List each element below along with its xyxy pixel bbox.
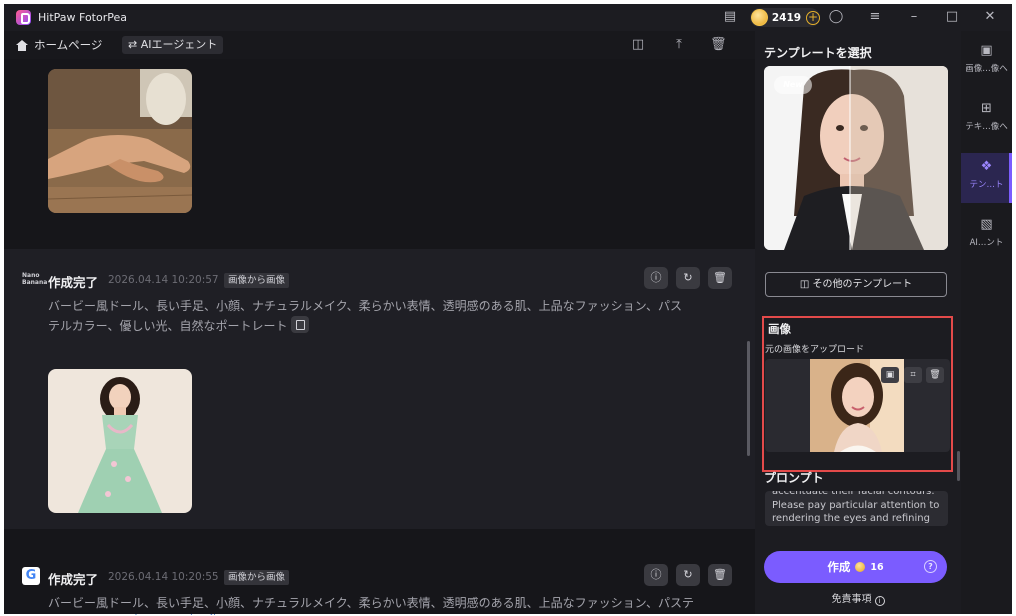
settings-panel: テンプレートを選択 New ◫ その他のテンプレート 画像 元の画像をアップロー… <box>755 31 961 614</box>
regenerate-button[interactable]: ↻ <box>676 564 700 586</box>
prompt-content: バービー風ドール、長い手足、小顔、ナチュラルメイク、柔らかい表情、透明感のある肌… <box>48 299 682 333</box>
settings-scrollbar[interactable] <box>957 451 960 481</box>
book-icon[interactable]: ◫ <box>630 37 646 53</box>
prompt-text: バービー風ドール、長い手足、小顔、ナチュラルメイク、柔らかい表情、透明感のある肌… <box>48 596 694 610</box>
timestamp: 2026.04.14 10:20:57 <box>108 274 219 286</box>
result-image[interactable] <box>48 69 192 213</box>
mode-tag: 画像から画像 <box>224 570 290 585</box>
history-scrollbar[interactable] <box>747 341 750 456</box>
coin-icon <box>751 9 768 26</box>
nav-label: テキ…像へ <box>965 122 1008 132</box>
disclaimer-link[interactable]: 免責事項 i <box>755 590 961 606</box>
template-preview[interactable]: New <box>764 66 948 250</box>
coin-balance[interactable]: 2419 + <box>750 8 820 27</box>
timestamp: 2026.04.14 10:20:55 <box>108 571 219 583</box>
history-item: G 作成完了 2026.04.14 10:20:55 画像から画像 ⓘ ↻ 🗑 … <box>4 529 755 614</box>
disclaimer-label: 免責事項 <box>831 594 872 605</box>
scroll-top-icon[interactable]: ⤒ <box>671 37 687 53</box>
home-button[interactable]: ホームページ <box>16 36 102 54</box>
title-bar: HitPaw FotorPea ▤ 2419 + ◯ ≡ – □ ✕ <box>4 4 1012 31</box>
image-section: 画像 元の画像をアップロード ▣ ⌗ 🗑 <box>762 316 953 472</box>
prompt-section-title: プロンプト <box>764 471 824 485</box>
prompt-input-text: accentuate their facial contours. Please… <box>772 491 940 524</box>
upload-label: 元の画像をアップロード <box>765 345 865 355</box>
remove-image-button[interactable]: 🗑 <box>926 367 944 383</box>
status-title: 作成完了 <box>48 275 99 290</box>
delete-button[interactable]: 🗑 <box>708 564 732 586</box>
info-button[interactable]: ⓘ <box>644 564 668 586</box>
close-icon[interactable]: ✕ <box>982 9 998 25</box>
account-icon[interactable]: ◯ <box>828 9 844 25</box>
nav-image-to-image[interactable]: ▣ 画像…像へ <box>961 37 1012 87</box>
ai-agent-icon: ▧ <box>980 217 993 232</box>
nav-label: 画像…像へ <box>965 64 1008 74</box>
nav-label: テン…ト <box>969 180 1004 190</box>
replace-image-button[interactable]: ▣ <box>881 367 899 383</box>
history-panel: ホームページ ⇄ AIエージェント ◫ ⤒ 🗑 Nano Banana 作成完了… <box>4 31 755 614</box>
google-logo-icon: G <box>22 567 40 585</box>
app-logo-icon <box>16 10 31 25</box>
nav-templates[interactable]: ❖ テン…ト <box>961 153 1012 203</box>
more-templates-button[interactable]: ◫ その他のテンプレート <box>765 272 947 297</box>
home-label: ホームページ <box>34 38 103 52</box>
template-icon: ◫ <box>799 279 813 290</box>
history-item-previous <box>4 59 755 249</box>
image-to-image-icon: ▣ <box>980 43 993 58</box>
prompt-text: バービー風ドール、長い手足、小顔、ナチュラルメイク、柔らかい表情、透明感のある肌… <box>48 297 688 336</box>
regenerate-button[interactable]: ↻ <box>676 267 700 289</box>
help-icon[interactable]: ? <box>924 560 937 573</box>
maximize-icon[interactable]: □ <box>944 9 960 25</box>
nav-ai-agent[interactable]: ▧ AI…ント <box>961 211 1012 261</box>
home-icon <box>16 39 28 51</box>
coin-icon <box>855 562 866 572</box>
text-to-image-icon: ⊞ <box>981 101 992 116</box>
prompt-input[interactable]: accentuate their facial contours. Please… <box>765 491 948 526</box>
upload-area[interactable]: ▣ ⌗ 🗑 <box>765 359 950 452</box>
info-button[interactable]: ⓘ <box>644 267 668 289</box>
nav-text-to-image[interactable]: ⊞ テキ…像へ <box>961 95 1012 145</box>
result-image[interactable] <box>48 369 192 513</box>
nav-label: AI…ント <box>969 238 1004 248</box>
coin-count: 2419 <box>771 11 802 24</box>
model-logo-icon: Nano Banana <box>22 272 48 286</box>
ai-agent-button[interactable]: ⇄ AIエージェント <box>122 36 224 54</box>
history-header: ホームページ ⇄ AIエージェント ◫ ⤒ 🗑 <box>4 31 755 59</box>
template-section-title: テンプレートを選択 <box>764 46 872 60</box>
status-title: 作成完了 <box>48 572 99 587</box>
info-icon: i <box>874 596 885 606</box>
add-coins-icon[interactable]: + <box>806 10 820 25</box>
feedback-icon[interactable]: ▤ <box>722 9 738 25</box>
side-nav: ▣ 画像…像へ ⊞ テキ…像へ ❖ テン…ト ▧ AI…ント <box>961 31 1012 614</box>
minimize-icon[interactable]: – <box>906 9 922 25</box>
menu-icon[interactable]: ≡ <box>867 9 883 25</box>
crop-button[interactable]: ⌗ <box>904 367 922 383</box>
create-label: 作成 <box>827 560 851 574</box>
more-templates-label: その他のテンプレート <box>812 279 913 290</box>
delete-button[interactable]: 🗑 <box>708 267 732 289</box>
image-section-title: 画像 <box>768 322 791 336</box>
app-window: HitPaw FotorPea ▤ 2419 + ◯ ≡ – □ ✕ ホームペー… <box>4 4 1012 614</box>
create-button[interactable]: 作成 16 ? <box>764 551 947 583</box>
new-badge: New <box>774 76 812 94</box>
create-cost: 16 <box>870 561 884 573</box>
mode-tag: 画像から画像 <box>224 273 290 288</box>
history-item: Nano Banana 作成完了 2026.04.14 10:20:57 画像か… <box>4 249 755 529</box>
trash-icon[interactable]: 🗑 <box>710 37 727 53</box>
copy-icon[interactable] <box>290 316 309 333</box>
template-icon: ❖ <box>980 159 993 174</box>
app-title: HitPaw FotorPea <box>38 11 127 24</box>
